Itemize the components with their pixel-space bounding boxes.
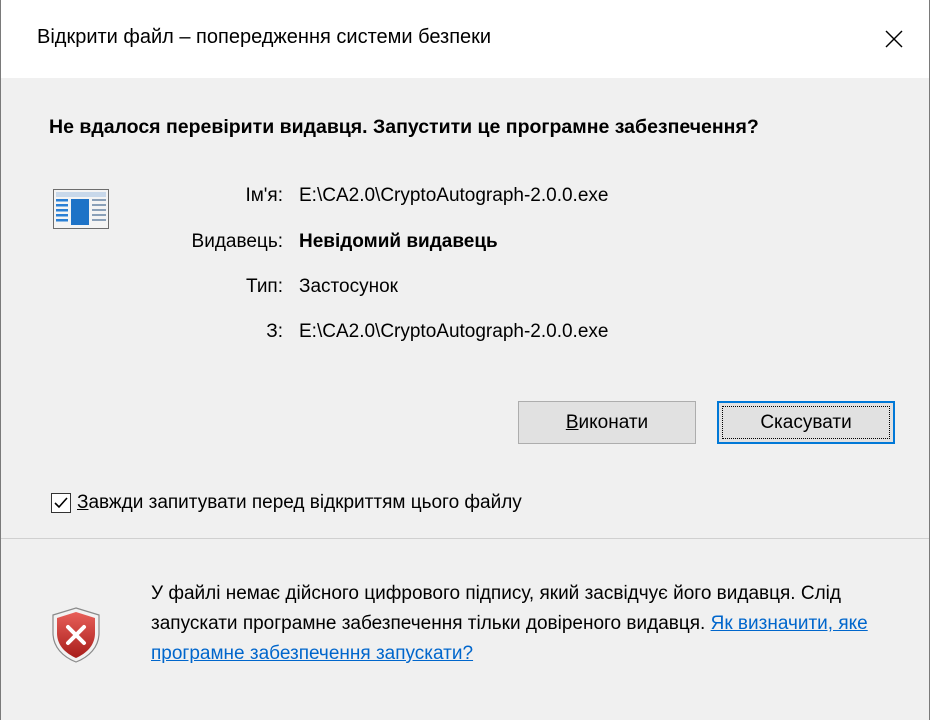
window-title: Відкрити файл – попередження системи без… bbox=[37, 26, 492, 48]
run-button-label: Виконати bbox=[566, 412, 648, 434]
application-icon bbox=[53, 189, 109, 229]
checkmark-icon bbox=[54, 497, 68, 509]
from-value: E:\CA2.0\CryptoAutograph-2.0.0.exe bbox=[299, 321, 609, 342]
run-button[interactable]: Виконати bbox=[518, 401, 696, 444]
type-label: Тип: bbox=[246, 276, 283, 297]
always-ask-option[interactable]: Завжди запитувати перед відкриттям цього… bbox=[51, 492, 522, 514]
always-ask-accelerator: З bbox=[77, 492, 89, 513]
run-label-rest: иконати bbox=[578, 411, 649, 433]
cancel-button-label: Скасувати bbox=[760, 411, 852, 433]
cancel-button[interactable]: Скасувати bbox=[717, 401, 895, 444]
name-value: E:\CA2.0\CryptoAutograph-2.0.0.exe bbox=[299, 185, 609, 206]
run-accelerator: В bbox=[565, 411, 579, 433]
from-label: З: bbox=[266, 321, 283, 342]
security-warning-dialog: Відкрити файл – попередження системи без… bbox=[0, 0, 930, 720]
close-icon bbox=[885, 30, 903, 48]
publisher-value: Невідомий видавець bbox=[299, 231, 498, 252]
publisher-label: Видавець: bbox=[191, 231, 283, 252]
always-ask-label: Завжди запитувати перед відкриттям цього… bbox=[77, 492, 522, 514]
always-ask-checkbox[interactable] bbox=[51, 493, 71, 513]
headline: Не вдалося перевірити видавця. Запустити… bbox=[49, 116, 759, 138]
close-button[interactable] bbox=[859, 0, 929, 78]
name-label: Ім'я: bbox=[245, 185, 283, 206]
warning-panel: У файлі немає дійсного цифрового підпису… bbox=[1, 539, 929, 720]
warning-message: У файлі немає дійсного цифрового підпису… bbox=[151, 579, 891, 669]
always-ask-label-rest: авжди запитувати перед відкриттям цього … bbox=[88, 492, 522, 513]
type-value: Застосунок bbox=[299, 276, 398, 297]
dialog-body: Не вдалося перевірити видавця. Запустити… bbox=[1, 78, 929, 538]
title-bar: Відкрити файл – попередження системи без… bbox=[1, 0, 929, 78]
shield-error-icon bbox=[52, 607, 100, 663]
